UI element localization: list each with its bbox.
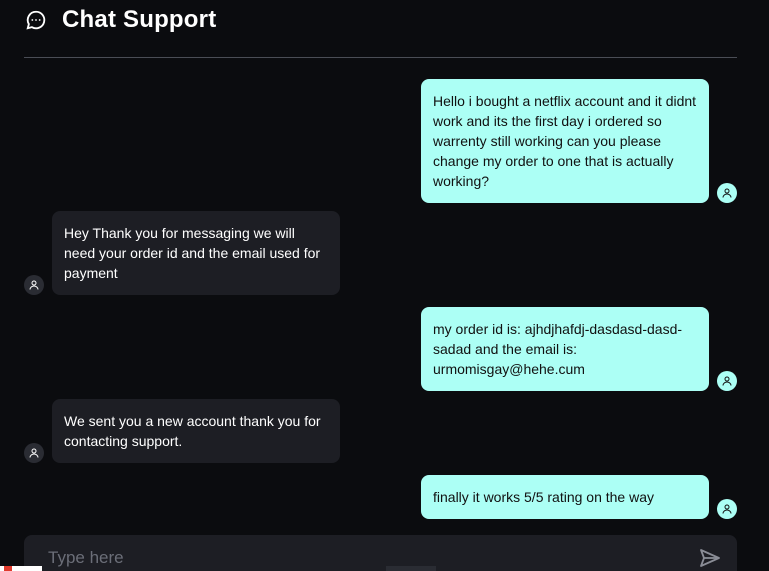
message-composer bbox=[24, 535, 737, 571]
send-icon[interactable] bbox=[697, 545, 723, 571]
chat-header: Chat Support bbox=[24, 0, 737, 58]
agent-avatar bbox=[24, 275, 44, 295]
user-avatar bbox=[717, 371, 737, 391]
agent-message-bubble: Hey Thank you for messaging we will need… bbox=[52, 211, 340, 295]
page-title: Chat Support bbox=[62, 5, 217, 33]
message-user: finally it works 5/5 rating on the way bbox=[421, 475, 709, 519]
user-avatar bbox=[717, 183, 737, 203]
agent-avatar bbox=[24, 443, 44, 463]
message-user: my order id is: ajhdjhafdj-dasdasd-dasd-… bbox=[421, 307, 709, 391]
user-message-bubble: finally it works 5/5 rating on the way bbox=[421, 475, 709, 519]
user-avatar bbox=[717, 499, 737, 519]
message-agent: We sent you a new account thank you for … bbox=[52, 399, 340, 463]
taskbar-app-icon bbox=[4, 566, 12, 571]
chat-bubble-icon bbox=[24, 8, 48, 32]
message-user: Hello i bought a netflix account and it … bbox=[421, 79, 709, 203]
taskbar-fragment bbox=[0, 566, 42, 571]
message-agent: Hey Thank you for messaging we will need… bbox=[52, 211, 340, 295]
user-message-bubble: my order id is: ajhdjhafdj-dasdasd-dasd-… bbox=[421, 307, 709, 391]
user-message-bubble: Hello i bought a netflix account and it … bbox=[421, 79, 709, 203]
message-input[interactable] bbox=[24, 535, 684, 571]
scroll-handle[interactable] bbox=[386, 566, 436, 571]
agent-message-bubble: We sent you a new account thank you for … bbox=[52, 399, 340, 463]
